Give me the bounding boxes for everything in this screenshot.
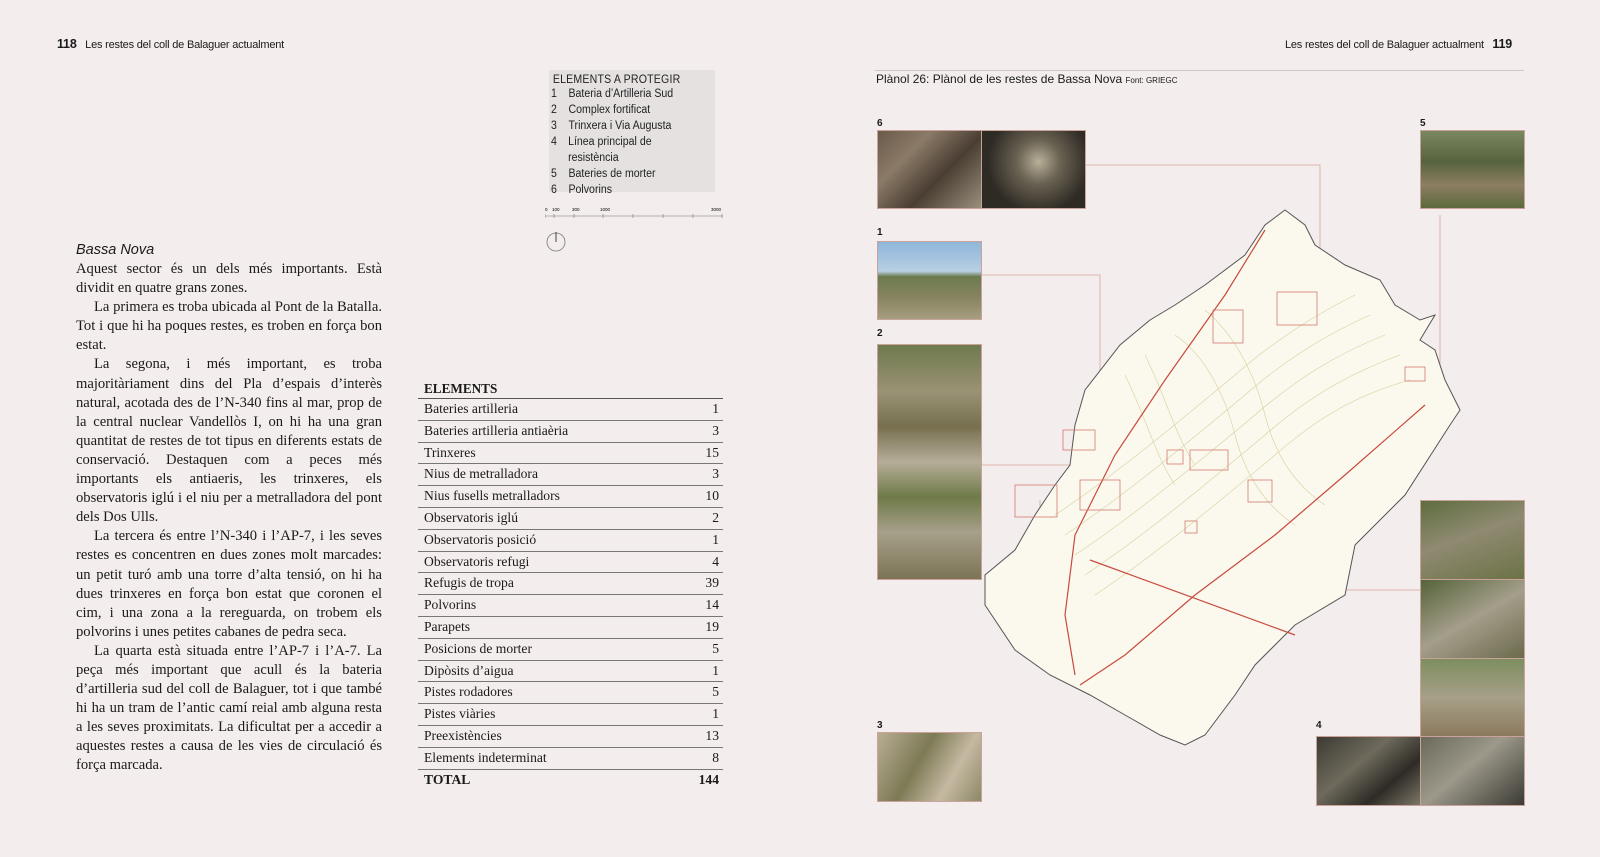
photo-bateria xyxy=(877,241,982,320)
legend-item: 6 Polvorins xyxy=(551,184,613,196)
paragraph: La tercera és entre l’N-340 i l’AP-7, i … xyxy=(76,528,382,640)
photo-label: 3 xyxy=(877,720,883,731)
paragraph: Aquest sector és un dels més importants.… xyxy=(76,261,382,297)
table-row: Trinxeres 15 xyxy=(418,443,723,465)
table-row: Pistes viàries 1 xyxy=(418,704,723,726)
photo-label: 2 xyxy=(877,328,883,339)
photo-linea-resistencia-1 xyxy=(1420,500,1525,580)
north-arrow-icon xyxy=(546,232,566,252)
table-row: Refugis de tropa 39 xyxy=(418,573,723,596)
legend-item: 3 Trinxera i Via Augusta xyxy=(551,120,672,132)
header-rule xyxy=(875,70,1524,71)
table-row: Observatoris refugi 4 xyxy=(418,552,723,574)
scale-tick-label: 0 xyxy=(545,207,548,212)
section-heading: Bassa Nova xyxy=(76,242,155,258)
legend-item: 1 Bateria d’Artilleria Sud xyxy=(551,88,674,100)
table-row: Pistes rodadores 5 xyxy=(418,682,723,705)
paragraph: La segona, i més important, es troba maj… xyxy=(76,356,382,526)
photo-linea-resistencia-3 xyxy=(1420,658,1525,737)
elements-table: ELEMENTS Bateries artilleria 1 Bateries a… xyxy=(418,379,723,790)
paragraph: La quarta està situada entre l’AP-7 i l’… xyxy=(76,642,382,774)
site-outline xyxy=(984,209,1461,746)
legend-title: ELEMENTS A PROTEGIR xyxy=(552,74,681,86)
photo-linea-resistencia-4 xyxy=(1316,736,1421,806)
left-page-header: 118 Les restes del coll de Balaguer actu… xyxy=(57,37,284,51)
paragraph: La primera es troba ubicada al Pont de l… xyxy=(76,299,382,354)
table-row: Elements indeterminat 8 xyxy=(418,748,723,770)
table-row: Preexistències 13 xyxy=(418,726,723,748)
right-page-header: Les restes del coll de Balaguer actualme… xyxy=(1285,37,1512,51)
photo-trinxera xyxy=(877,732,982,802)
photo-linea-resistencia-2 xyxy=(1420,579,1525,659)
table-row: Polvorins 14 xyxy=(418,595,723,617)
table-row: Observatoris posició 1 xyxy=(418,530,723,552)
photo-label: 4 xyxy=(1316,720,1322,731)
scale-tick-label: 300 xyxy=(572,207,580,212)
plan-source: Font: GRIEGC xyxy=(1125,76,1178,85)
plan-title: Plànol 26: Plànol de les restes de Bassa… xyxy=(876,72,1123,86)
table-row: Nius fusells metralladors 10 xyxy=(418,486,723,508)
photo-complex-fortificat xyxy=(877,344,982,580)
scale-tick-label: 3000 xyxy=(711,207,722,212)
map-legend: ELEMENTS A PROTEGIR 1 Bateria d’Artilleri… xyxy=(549,70,715,196)
table-row: Dipòsits d’aigua 1 xyxy=(418,661,723,683)
scale-tick-label: 100 xyxy=(552,207,560,212)
legend-item: 2 Complex fortificat xyxy=(551,104,651,116)
table-total-row: TOTAL 144 xyxy=(424,771,719,787)
photo-bateries-morter xyxy=(1420,130,1525,209)
table-row: Posicions de morter 5 xyxy=(418,639,723,661)
article-body: Bassa Nova Aquest sector és un dels més … xyxy=(76,240,382,776)
plan-caption: Plànol 26: Plànol de les restes de Bassa… xyxy=(876,72,1178,86)
right-running-title: Les restes del coll de Balaguer actualme… xyxy=(1284,39,1484,51)
table-row: Nius de metralladora 3 xyxy=(418,464,723,487)
photo-label: 6 xyxy=(877,118,883,129)
table-row: Bateries artilleria antiaèria 3 xyxy=(418,421,723,443)
table-row: Observatoris iglú 2 xyxy=(418,508,723,530)
scale-tick-label: 1000 xyxy=(600,207,611,212)
photo-polvorins-1 xyxy=(877,130,982,209)
right-page-number: 119 xyxy=(1492,37,1512,51)
photo-linea-resistencia-5 xyxy=(1420,736,1525,806)
scale-bar: 0 100 300 1000 3000 xyxy=(545,207,723,218)
table-row: Parapets 19 xyxy=(418,617,723,639)
table-row: Bateries artilleria 1 xyxy=(418,399,723,421)
photo-label: 1 xyxy=(877,227,883,238)
left-running-title: Les restes del coll de Balaguer actualme… xyxy=(85,39,285,51)
photo-label: 5 xyxy=(1420,118,1426,129)
table-header: ELEMENTS xyxy=(418,379,723,399)
left-page-number: 118 xyxy=(57,37,77,51)
legend-item: 5 Bateries de morter xyxy=(551,168,656,180)
legend-item: 4 Línea principal de resistència xyxy=(551,136,652,164)
photo-polvorins-2 xyxy=(981,130,1086,209)
